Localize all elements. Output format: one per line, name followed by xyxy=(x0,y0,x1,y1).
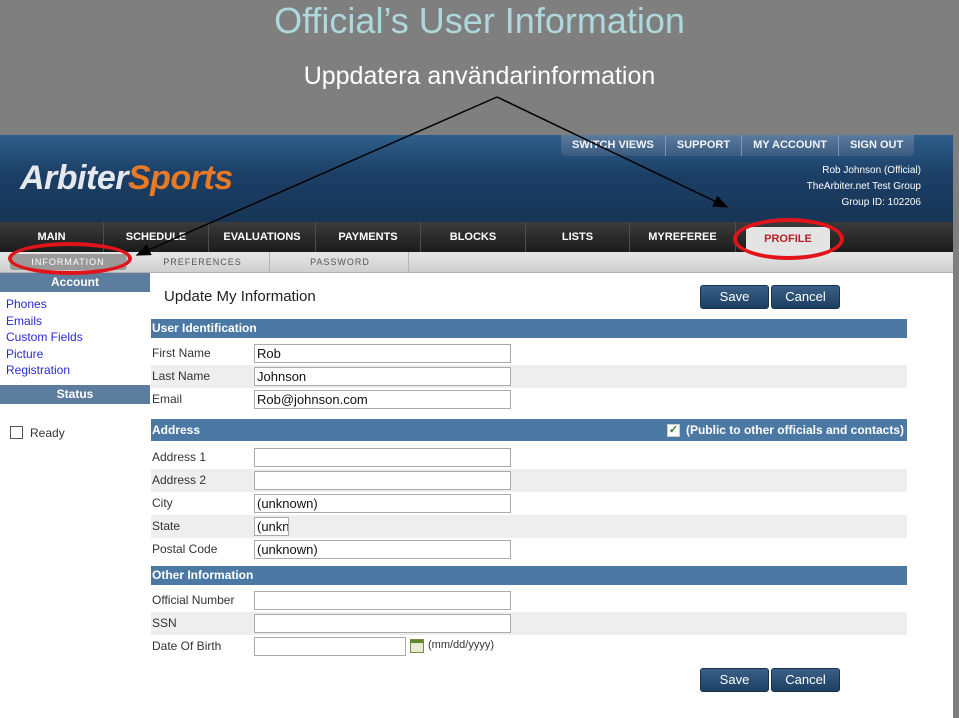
annotation-arrows xyxy=(135,96,729,256)
arrow-to-information xyxy=(135,96,498,256)
arrow-to-profile xyxy=(496,96,729,208)
